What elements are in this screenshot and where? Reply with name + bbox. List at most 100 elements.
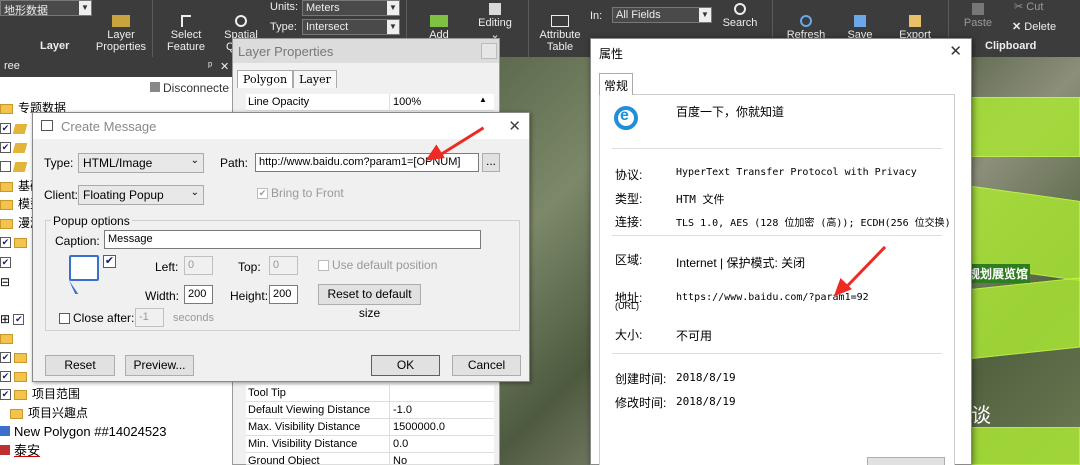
checkbox[interactable]: ✔ [0,389,11,401]
path-input[interactable]: http://www.baidu.com?param1=[OPNUM] [255,153,479,172]
ribbon-group-label-clipboard: Clipboard [985,40,1037,52]
tree-item[interactable]: ⊟ [0,273,10,291]
search-button[interactable]: Search [718,3,762,29]
attribute-table-button[interactable]: Attribute Table [534,3,586,53]
close-button[interactable] [481,43,497,59]
property-row[interactable]: Ground Object No [246,453,494,465]
checkbox[interactable] [59,313,70,325]
checkbox[interactable] [0,161,11,173]
top-input[interactable]: 0 [269,256,298,275]
chevron-down-icon: ▼ [387,1,399,15]
checkbox[interactable]: ✔ [0,123,11,135]
client-select[interactable]: Floating Popup ⌄ [78,185,204,205]
layer-properties-tabs: Polygon Layer [237,70,337,90]
tree-item[interactable]: 项目兴趣点 [10,404,88,422]
tab-layer[interactable]: Layer [293,70,337,88]
height-label: Height: [230,289,269,303]
ie-logo-icon: e [614,106,638,130]
units-dropdown[interactable]: Meters ▼ [302,0,400,16]
close-after-checkbox[interactable]: Close after: [59,311,134,325]
tree-item[interactable]: ✔ [0,367,32,385]
tree-item[interactable]: New Polygon ##14024523 [0,423,167,441]
seconds-label: seconds [173,312,214,324]
pin-icon[interactable]: ᵖ [208,60,212,72]
paste-button[interactable]: Paste [958,3,998,29]
protocol-value: HyperText Transfer Protocol with Privacy [676,167,917,178]
checkbox[interactable]: ✔ [13,314,25,326]
type-select[interactable]: HTML/Image ⌄ [78,153,204,173]
tree-item[interactable]: ✔ [0,348,32,366]
table-icon [551,15,569,27]
checkbox[interactable]: ✔ [0,371,11,383]
property-row[interactable]: Tool Tip [246,385,494,402]
left-input[interactable]: 0 [184,256,213,275]
close-after-input[interactable]: -1 [135,308,164,327]
divider [612,148,942,149]
checkbox[interactable]: ✔ [257,188,268,200]
checkbox[interactable]: ✔ [103,255,116,268]
tree-item-layer[interactable]: ✔ [0,138,31,156]
close-icon[interactable]: ✕ [949,42,962,60]
property-row[interactable]: Default Viewing Distance -1.0 [246,402,494,419]
cancel-button[interactable]: Cancel [452,355,521,376]
layer-dropdown[interactable]: 地形数据 ▼ [0,0,92,17]
expand-icon[interactable]: ⊞ [0,312,13,326]
reset-default-size-button[interactable]: Reset to default size [318,284,421,320]
bring-to-front-checkbox[interactable]: ✔ Bring to Front [257,186,344,200]
checkbox[interactable]: ✔ [0,142,11,154]
reset-button[interactable]: Reset [45,355,115,376]
width-input[interactable]: 200 [184,285,213,304]
checkbox[interactable]: ✔ [0,352,11,364]
search-fields-dropdown[interactable]: All Fields ▼ [612,7,712,23]
property-row[interactable]: Min. Visibility Distance 0.0 [246,436,494,453]
modified-value: 2018/8/19 [676,395,736,408]
folder-icon [0,218,13,229]
browse-button[interactable]: ... [482,153,500,172]
chevron-down-icon: ▼ [79,1,91,15]
cut-button[interactable]: ✂ Cut [1014,0,1043,13]
use-default-position-checkbox[interactable]: Use default position [318,258,437,272]
caption-input[interactable]: Message [104,230,481,249]
chevron-down-icon: ⌄ [190,187,199,198]
window-icon [41,120,53,131]
type-value: HTM 文件 [676,193,725,206]
dialog-button[interactable] [867,457,945,465]
tree-item[interactable]: 泰安 [0,442,40,460]
tree-item[interactable]: ⊞ ✔ [0,310,27,328]
tree-item[interactable]: ✔ 项目范围 [0,385,80,403]
folder-icon [0,199,13,210]
cursor-icon [181,15,191,27]
type-dropdown[interactable]: Intersect ▼ [302,19,400,35]
layer-properties-button[interactable]: Layer Properties [94,3,148,53]
ok-button[interactable]: OK [371,355,440,376]
tree-item[interactable] [0,329,18,347]
popup-options-label: Popup options [51,214,132,228]
map-polygon[interactable] [970,97,1080,157]
scroll-up-icon[interactable]: ▲ [479,95,487,104]
folder-icon [14,371,27,382]
save-icon [854,15,866,27]
select-feature-button[interactable]: Select Feature [160,3,212,53]
preview-button[interactable]: Preview... [125,355,194,376]
folder-icon [0,103,13,114]
close-icon[interactable]: ✕ [220,60,229,73]
delete-button[interactable]: ✕ Delete [1012,20,1056,33]
height-input[interactable]: 200 [269,285,298,304]
expand-icon[interactable]: ⊟ [0,275,10,289]
dialog-title-bar: Create Message ✕ [33,113,529,139]
layer-properties-title: Layer Properties [233,39,499,63]
tab-general[interactable]: 常规 [599,73,634,95]
tab-polygon[interactable]: Polygon [237,70,294,88]
editing-button[interactable]: Editing ⌄ [470,3,520,41]
folder-icon [14,352,27,363]
tree-item-layer[interactable]: ✔ [0,119,31,137]
tree-item[interactable]: ✔ [0,253,14,271]
zone-value: Internet | 保护模式: 关闭 [676,256,806,270]
property-row[interactable]: Line Opacity 100% [246,94,494,111]
property-row[interactable]: Max. Visibility Distance 1500000.0 [246,419,494,436]
checkbox[interactable] [318,260,329,272]
close-icon[interactable]: ✕ [508,117,521,135]
tree-item-layer[interactable] [0,157,31,175]
checkbox[interactable]: ✔ [0,257,11,269]
checkbox[interactable]: ✔ [0,237,11,249]
